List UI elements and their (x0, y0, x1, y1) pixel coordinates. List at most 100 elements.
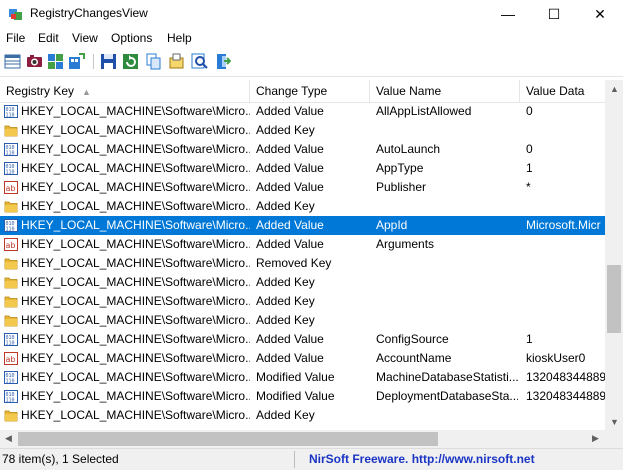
menu-options[interactable]: Options (111, 31, 152, 45)
toolbar (0, 48, 623, 77)
save-disk-icon[interactable] (100, 53, 117, 70)
table-row[interactable]: HKEY_LOCAL_MACHINE\Software\Micro... Adde… (0, 292, 605, 311)
value-data-cell: kioskUser0 (526, 351, 586, 365)
value-data-cell (526, 197, 605, 216)
change-type-cell: Removed Key (256, 256, 332, 270)
status-bar: 78 item(s), 1 Selected NirSoft Freeware.… (0, 448, 623, 470)
registry-key-cell: HKEY_LOCAL_MACHINE\Software\Micro... (21, 313, 250, 327)
close-button[interactable]: ✕ (577, 0, 623, 28)
column-header-change-type[interactable]: Change Type (250, 80, 370, 102)
svg-text:110: 110 (6, 151, 15, 157)
registry-compare-icon[interactable] (47, 53, 64, 70)
change-type-cell: Added Key (256, 275, 315, 289)
svg-text:110: 110 (6, 113, 15, 119)
table-row[interactable]: 010 110 HKEY_LOCAL_MACHINE\Software\Micro.… (0, 140, 605, 159)
menu-edit[interactable]: Edit (38, 31, 59, 45)
change-type-cell: Added Key (256, 294, 315, 308)
change-type-cell: Added Key (256, 313, 315, 327)
scroll-left-icon[interactable]: ◀ (5, 433, 12, 444)
refresh-icon[interactable] (122, 53, 139, 70)
copy-icon[interactable] (145, 53, 162, 70)
scroll-right-icon[interactable]: ▶ (592, 433, 599, 444)
svg-text:110: 110 (6, 398, 15, 404)
scroll-up-icon[interactable]: ▲ (610, 84, 619, 94)
table-view-icon[interactable] (4, 53, 21, 70)
find-icon[interactable] (191, 53, 208, 70)
binary-value-icon: 010 110 (4, 370, 18, 385)
registry-key-cell: HKEY_LOCAL_MACHINE\Software\Micro... (21, 351, 250, 365)
change-type-cell: Added Key (256, 408, 315, 422)
registry-app-icon (9, 9, 22, 20)
change-type-cell: Added Value (256, 180, 324, 194)
horizontal-scrollbar[interactable]: ◀ ▶ (0, 430, 605, 448)
value-name-cell (376, 197, 518, 216)
table-row[interactable]: ab HKEY_LOCAL_MACHINE\Software\Micro... Ad… (0, 349, 605, 368)
minimize-button[interactable]: — (485, 0, 531, 28)
registry-key-cell: HKEY_LOCAL_MACHINE\Software\Micro... (21, 180, 250, 194)
value-name-cell: Publisher (376, 180, 427, 194)
binary-value-icon: 010 110 (4, 389, 18, 404)
title-bar: RegistryChangesView — ☐ ✕ (0, 0, 623, 28)
properties-icon[interactable] (168, 53, 185, 70)
table-row[interactable]: 010 110 HKEY_LOCAL_MACHINE\Software\Micro.… (0, 387, 605, 406)
table-row[interactable]: HKEY_LOCAL_MACHINE\Software\Micro... Adde… (0, 273, 605, 292)
table-row[interactable]: HKEY_LOCAL_MACHINE\Software\Micro... Adde… (0, 121, 605, 140)
table-row[interactable]: 010 110 HKEY_LOCAL_MACHINE\Software\Micro.… (0, 368, 605, 387)
column-header-registry-key[interactable]: Registry Key ▲ (0, 80, 250, 102)
change-type-cell: Added Value (256, 332, 324, 346)
folder-icon (4, 256, 18, 271)
value-name-cell: DeploymentDatabaseSta... (376, 389, 518, 403)
snapshot-camera-icon[interactable] (26, 53, 43, 70)
binary-value-icon: 010 110 (4, 161, 18, 176)
table-row[interactable]: HKEY_LOCAL_MACHINE\Software\Micro... Remo… (0, 254, 605, 273)
registry-key-cell: HKEY_LOCAL_MACHINE\Software\Micro... (21, 123, 250, 137)
folder-icon (4, 408, 18, 423)
svg-text:110: 110 (6, 379, 15, 385)
maximize-button[interactable]: ☐ (531, 0, 577, 28)
table-row[interactable]: HKEY_LOCAL_MACHINE\Software\Micro... Adde… (0, 197, 605, 216)
registry-key-cell: HKEY_LOCAL_MACHINE\Software\Micro... (21, 294, 250, 308)
column-header-value-name[interactable]: Value Name (370, 80, 520, 102)
svg-text:ab: ab (6, 355, 16, 364)
value-name-cell (376, 406, 518, 425)
table-row[interactable]: ab HKEY_LOCAL_MACHINE\Software\Micro... Ad… (0, 178, 605, 197)
registry-key-cell: HKEY_LOCAL_MACHINE\Software\Micro... (21, 237, 250, 251)
status-item-count: 78 item(s), 1 Selected (2, 452, 119, 466)
string-value-icon: ab (4, 237, 18, 252)
value-data-cell (526, 292, 605, 311)
horizontal-scroll-thumb[interactable] (18, 432, 438, 446)
menu-help[interactable]: Help (167, 31, 192, 45)
table-row[interactable]: 010 110 HKEY_LOCAL_MACHINE\Software\Micro.… (0, 216, 605, 235)
folder-icon (4, 275, 18, 290)
change-type-cell: Modified Value (256, 370, 335, 384)
value-data-cell: 0 (526, 142, 533, 156)
menu-view[interactable]: View (72, 31, 98, 45)
value-name-cell: AppType (376, 161, 424, 175)
list-rows: 010 110 HKEY_LOCAL_MACHINE\Software\Micro.… (0, 102, 605, 425)
registry-key-cell: HKEY_LOCAL_MACHINE\Software\Micro... (21, 408, 250, 422)
svg-text:ab: ab (6, 241, 16, 250)
table-row[interactable]: 010 110 HKEY_LOCAL_MACHINE\Software\Micro.… (0, 159, 605, 178)
sort-ascending-icon: ▲ (82, 87, 91, 97)
column-header-value-data[interactable]: Value Data (520, 80, 605, 102)
scrollbar-corner (605, 430, 623, 448)
nirsoft-link[interactable]: NirSoft Freeware. http://www.nirsoft.net (309, 452, 535, 466)
table-row[interactable]: HKEY_LOCAL_MACHINE\Software\Micro... Adde… (0, 311, 605, 330)
scroll-down-icon[interactable]: ▼ (610, 417, 619, 427)
table-row[interactable]: 010 110 HKEY_LOCAL_MACHINE\Software\Micro.… (0, 330, 605, 349)
exit-icon[interactable] (214, 53, 231, 70)
menu-file[interactable]: File (6, 31, 25, 45)
table-row[interactable]: HKEY_LOCAL_MACHINE\Software\Micro... Adde… (0, 406, 605, 425)
vertical-scroll-thumb[interactable] (607, 265, 621, 333)
table-row[interactable]: ab HKEY_LOCAL_MACHINE\Software\Micro... Ad… (0, 235, 605, 254)
value-data-cell (526, 121, 605, 140)
registry-key-cell: HKEY_LOCAL_MACHINE\Software\Micro... (21, 218, 250, 232)
registry-export-icon[interactable] (68, 53, 85, 70)
change-type-cell: Added Value (256, 161, 324, 175)
change-type-cell: Modified Value (256, 389, 335, 403)
registry-key-cell: HKEY_LOCAL_MACHINE\Software\Micro... (21, 104, 250, 118)
table-row[interactable]: 010 110 HKEY_LOCAL_MACHINE\Software\Micro.… (0, 102, 605, 121)
value-data-cell: 0 (526, 104, 533, 118)
registry-changes-list[interactable]: Registry Key ▲ Change Type Value Name Val… (0, 80, 605, 430)
vertical-scrollbar[interactable]: ▲ ▼ (605, 80, 623, 430)
